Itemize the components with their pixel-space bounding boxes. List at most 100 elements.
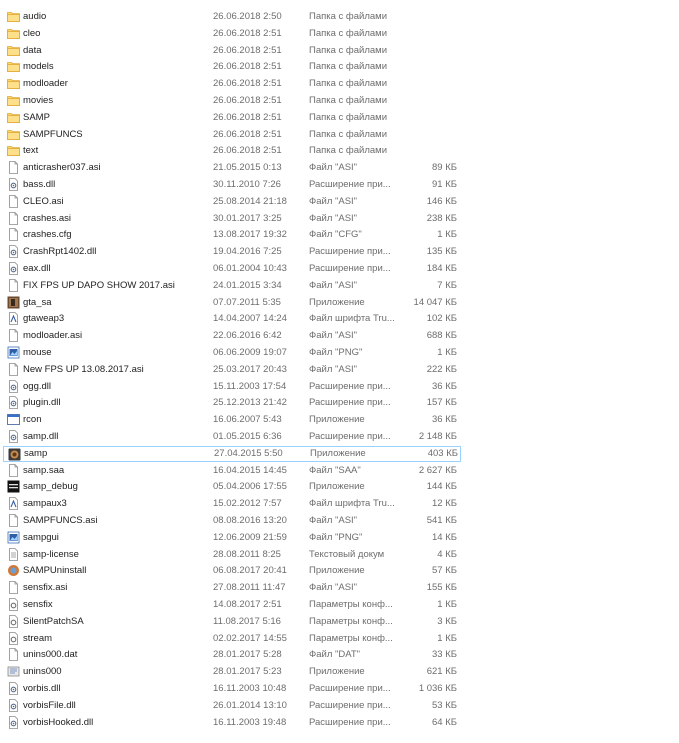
file-row[interactable]: crashes.asi 30.01.2017 3:25 Файл "ASI" 238 …	[3, 211, 461, 227]
file-row[interactable]: audio 26.06.2018 2:50 Папка с файлами	[3, 9, 461, 25]
file-type: Файл "ASI"	[309, 515, 358, 526]
file-name: gtaweap3	[23, 313, 65, 325]
file-type: Файл "CFG"	[309, 229, 362, 241]
dll-file-icon	[7, 698, 20, 712]
file-row[interactable]: cleo 26.06.2018 2:51 Папка с файлами	[3, 26, 461, 42]
file-name: SAMPFUNCS	[23, 128, 83, 140]
file-date: 16.11.2003 19:48	[213, 716, 287, 728]
file-row[interactable]: unins000.dat 28.01.2017 5:28 Файл "DAT" 33 …	[3, 647, 461, 663]
file-row[interactable]: FIX FPS UP DAPO SHOW 2017.asi 24.01.2015 …	[3, 278, 461, 294]
file-row[interactable]: stream 02.02.2017 14:55 Параметры конф... 1…	[3, 631, 461, 647]
file-row[interactable]: samp.saa 16.04.2015 14:45 Файл "SAA" 2 627 …	[3, 463, 461, 479]
file-row[interactable]: CrashRpt1402.dll 19.04.2016 7:25 Расширени…	[3, 244, 461, 260]
file-type: Расширение при...	[309, 380, 391, 392]
file-row[interactable]: vorbis.dll 16.11.2003 10:48 Расширение при…	[3, 681, 461, 697]
file-row[interactable]: ogg.dll 15.11.2003 17:54 Расширение при...…	[3, 379, 461, 395]
file-row[interactable]: CLEO.asi 25.08.2014 21:18 Файл "ASI" 146 КБ	[3, 194, 461, 210]
file-date: 26.06.2018 2:51	[213, 61, 282, 73]
file-type: Файл "ASI"	[309, 363, 358, 375]
file-name: sampaux3	[23, 498, 67, 510]
file-type: Файл "PNG"	[309, 531, 363, 543]
file-type: Файл шрифта Tru...	[309, 498, 395, 510]
file-name: CLEO.asi	[23, 195, 64, 207]
file-type: Расширение при...	[309, 263, 391, 274]
file-size: 222 КБ	[426, 363, 457, 375]
dll-file-icon	[7, 396, 20, 410]
file-row[interactable]: SAMPFUNCS 26.06.2018 2:51 Папка с файлами	[3, 127, 461, 143]
file-size: 144 КБ	[426, 481, 457, 493]
file-date: 26.06.2018 2:51	[213, 111, 282, 123]
file-name: rcon	[23, 414, 42, 426]
file-row[interactable]: sampgui 12.06.2009 21:59 Файл "PNG" 14 КБ	[3, 530, 461, 546]
file-type: Файл "SAA"	[309, 464, 361, 476]
file-row[interactable]: SAMPUninstall 06.08.2017 20:41 Приложение 5…	[3, 563, 461, 579]
file-date: 26.06.2018 2:51	[213, 44, 282, 56]
file-row[interactable]: vorbisHooked.dll 16.11.2003 19:48 Расширен…	[3, 715, 461, 731]
file-date: 25.12.2013 21:42	[213, 397, 287, 409]
file-name: plugin.dll	[23, 397, 61, 409]
file-row[interactable]: models 26.06.2018 2:51 Папка с файлами	[3, 59, 461, 75]
file-row[interactable]: bass.dll 30.11.2010 7:26 Расширение при...…	[3, 177, 461, 193]
file-date: 05.04.2006 17:55	[213, 481, 287, 493]
file-name: samp_debug	[23, 481, 78, 493]
folder-icon	[7, 44, 20, 57]
file-row[interactable]: gta_sa 07.07.2011 5:35 Приложение 14 047 КБ	[3, 295, 461, 311]
file-row[interactable]: anticrasher037.asi 21.05.2015 0:13 Файл "A…	[3, 160, 461, 176]
file-date: 13.08.2017 19:32	[213, 229, 287, 241]
folder-icon	[7, 144, 20, 157]
file-size: 688 КБ	[426, 330, 457, 342]
file-icon	[7, 228, 20, 242]
file-name: samp.saa	[23, 464, 65, 476]
file-row[interactable]: vorbisFile.dll 26.01.2014 13:10 Расширение…	[3, 698, 461, 714]
file-row[interactable]: New FPS UP 13.08.2017.asi 25.03.2017 20:4…	[3, 362, 461, 378]
file-row[interactable]: crashes.cfg 13.08.2017 19:32 Файл "CFG" 1 К…	[3, 227, 461, 243]
file-date: 16.06.2007 5:43	[213, 414, 282, 426]
file-row[interactable]: samp.dll 01.05.2015 6:36 Расширение при...…	[3, 429, 461, 445]
file-row[interactable]: movies 26.06.2018 2:51 Папка с файлами	[3, 93, 461, 109]
file-date: 15.11.2003 17:54	[213, 380, 287, 392]
file-row[interactable]: unins000 28.01.2017 5:23 Приложение 621 КБ	[3, 664, 461, 680]
file-type: Файл "ASI"	[309, 212, 358, 224]
file-name: text	[23, 145, 39, 157]
file-type: Расширение при...	[309, 431, 391, 442]
file-name: mouse	[23, 347, 52, 358]
file-row[interactable]: SilentPatchSA 11.08.2017 5:16 Параметры ко…	[3, 614, 461, 630]
file-row[interactable]: mouse 06.06.2009 19:07 Файл "PNG" 1 КБ	[3, 345, 461, 361]
file-name: bass.dll	[23, 179, 56, 190]
file-type: Файл "ASI"	[309, 195, 358, 207]
file-row[interactable]: sampaux3 15.02.2012 7:57 Файл шрифта Tru..…	[3, 496, 461, 512]
file-row[interactable]: samp 27.04.2015 5:50 Приложение 403 КБ	[3, 445, 461, 462]
dll-file-icon	[7, 682, 20, 695]
file-date: 30.11.2010 7:26	[213, 179, 281, 190]
file-date: 22.06.2016 6:42	[213, 330, 282, 342]
file-size: 155 КБ	[426, 582, 457, 594]
file-date: 06.08.2017 20:41	[213, 565, 287, 577]
file-row[interactable]: modloader 26.06.2018 2:51 Папка с файлами	[3, 76, 461, 92]
file-row[interactable]: gtaweap3 14.04.2007 14:24 Файл шрифта Tru.…	[3, 311, 461, 327]
file-row[interactable]: rcon 16.06.2007 5:43 Приложение 36 КБ	[3, 412, 461, 428]
png-image-icon	[7, 531, 20, 544]
file-date: 12.06.2009 21:59	[213, 531, 287, 543]
file-row[interactable]: plugin.dll 25.12.2013 21:42 Расширение при…	[3, 395, 461, 411]
file-row[interactable]: sensfix 14.08.2017 2:51 Параметры конф... 1…	[3, 597, 461, 613]
file-row[interactable]: data 26.06.2018 2:51 Папка с файлами	[3, 43, 461, 59]
file-type: Расширение при...	[309, 179, 391, 190]
file-row[interactable]: SAMP 26.06.2018 2:51 Папка с файлами	[3, 110, 461, 126]
file-type: Папка с файлами	[309, 44, 388, 56]
uninstaller-icon	[7, 564, 20, 577]
file-row[interactable]: SAMPFUNCS.asi 08.08.2016 13:20 Файл "ASI" 5…	[3, 513, 461, 529]
gta-sa-app-icon	[7, 296, 20, 309]
file-name: models	[23, 61, 54, 73]
file-name: eax.dll	[23, 263, 51, 274]
application-icon	[7, 413, 20, 426]
file-row[interactable]: samp-license 28.08.2011 8:25 Текстовый док…	[3, 547, 461, 563]
file-date: 16.11.2003 10:48	[213, 683, 287, 694]
file-row[interactable]: sensfix.asi 27.08.2011 11:47 Файл "ASI" 155…	[3, 580, 461, 596]
config-file-icon	[7, 631, 20, 645]
file-row[interactable]: modloader.asi 22.06.2016 6:42 Файл "ASI" 68…	[3, 328, 461, 344]
file-row[interactable]: text 26.06.2018 2:51 Папка с файлами	[3, 143, 461, 159]
file-row[interactable]: eax.dll 06.01.2004 10:43 Расширение при...…	[3, 261, 461, 277]
file-name: crashes.cfg	[23, 229, 72, 241]
file-row[interactable]: samp_debug 05.04.2006 17:55 Приложение 144 …	[3, 479, 461, 495]
file-size: 1 КБ	[437, 229, 457, 241]
